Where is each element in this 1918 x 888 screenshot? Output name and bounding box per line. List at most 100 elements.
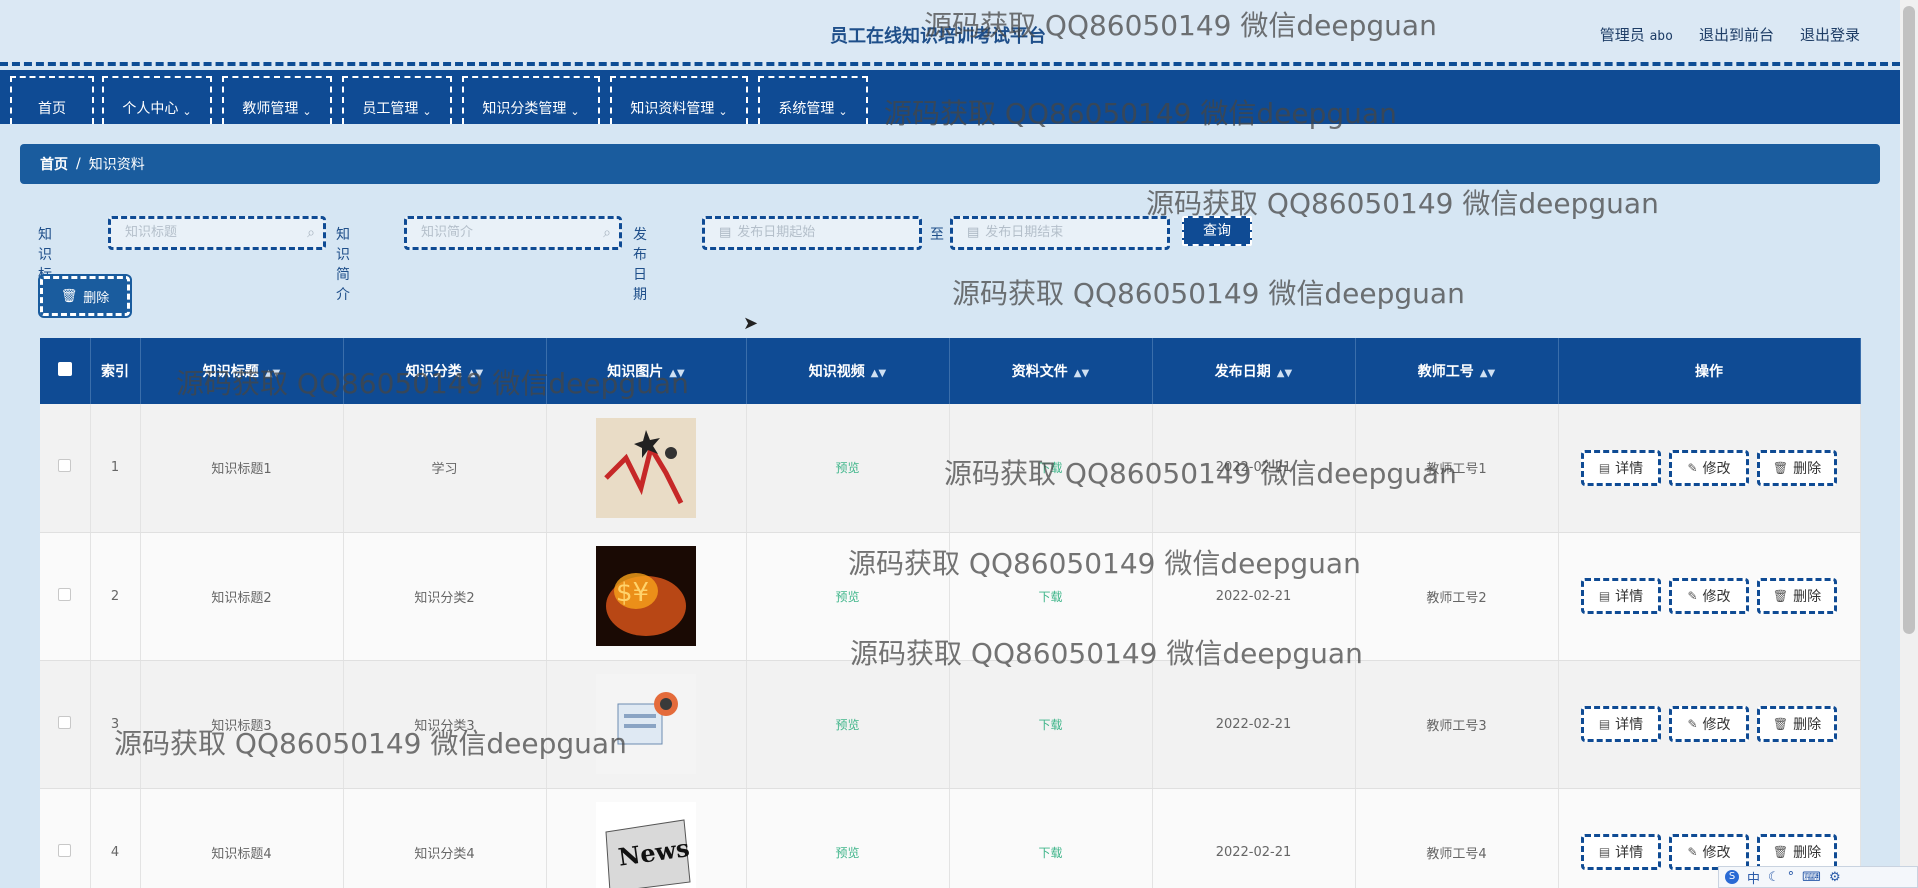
column-header-date[interactable]: 发布日期 ▲▼	[1152, 338, 1356, 404]
back-to-front-link[interactable]: 退出到前台	[1699, 24, 1774, 45]
search-icon: ⌕	[603, 225, 611, 241]
file-download-link[interactable]: 下载	[1038, 718, 1062, 732]
video-preview-link[interactable]: 预览	[835, 718, 859, 732]
row-checkbox[interactable]	[58, 843, 72, 857]
sort-icon[interactable]: ▲▼	[1277, 368, 1292, 379]
trash-icon: 🗑	[1772, 460, 1789, 475]
file-download-link[interactable]: 下载	[1038, 590, 1062, 604]
edit-button[interactable]: ✎ 修改	[1669, 578, 1749, 614]
detail-button[interactable]: ▤ 详情	[1581, 449, 1661, 486]
delete-button[interactable]: 🗑 删除	[1757, 706, 1837, 742]
chevron-down-icon: ⌄	[422, 105, 432, 118]
cell-title: 知识标题1	[140, 404, 344, 533]
edit-button[interactable]: ✎ 修改	[1669, 834, 1749, 870]
delete-button[interactable]: 🗑 删除	[1757, 834, 1837, 870]
row-checkbox[interactable]	[58, 715, 72, 729]
newspaper-image[interactable]: News	[596, 802, 696, 888]
top-header: 员工在线知识培训考试平台 管理员 abo 退出到前台 退出登录	[0, 0, 1900, 66]
date-start-input[interactable]: ▤ 发布日期起始	[702, 216, 922, 250]
trash-icon: 🗑	[1772, 845, 1789, 859]
file-download-link[interactable]: 下载	[1038, 461, 1062, 475]
intro-search-label: 知识简介	[336, 227, 350, 303]
moon-icon[interactable]: ☾	[1768, 870, 1780, 885]
cell-title: 知识标题4	[140, 788, 344, 888]
breadcrumb-current: 知识资料	[88, 157, 145, 173]
title-search-input[interactable]: 知识标题 ⌕	[108, 216, 326, 250]
cell-index: 4	[90, 788, 141, 888]
detail-button[interactable]: ▤ 详情	[1581, 834, 1661, 870]
vertical-scrollbar[interactable]	[1900, 0, 1918, 888]
logout-link[interactable]: 退出登录	[1800, 24, 1860, 45]
cell-index: 3	[90, 660, 141, 789]
keyboard-icon[interactable]: ⌨	[1802, 870, 1821, 885]
cell-title: 知识标题2	[140, 532, 344, 661]
chart-crash-image[interactable]	[596, 417, 696, 518]
cell-teacher: 教师工号2	[1355, 532, 1559, 661]
column-header-title[interactable]: 知识标题 ▲▼	[140, 338, 344, 404]
date-end-input[interactable]: ▤ 发布日期结束	[950, 216, 1170, 250]
sort-icon[interactable]: ▲▼	[871, 368, 886, 379]
ime-mode[interactable]: 中	[1747, 868, 1760, 887]
video-preview-link[interactable]: 预览	[835, 846, 859, 860]
trash-icon: 🗑	[1772, 717, 1789, 731]
edit-button[interactable]: ✎ 修改	[1669, 706, 1749, 742]
cell-category: 知识分类2	[343, 532, 547, 661]
site-title: 员工在线知识培训考试平台	[830, 26, 1046, 47]
nav-item-system-management[interactable]: 系统管理 ⌄	[758, 76, 868, 124]
row-checkbox[interactable]	[58, 459, 72, 473]
svg-text:$¥: $¥	[616, 578, 649, 608]
delete-button[interactable]: 🗑 删除	[1757, 449, 1837, 486]
column-header-video[interactable]: 知识视频 ▲▼	[746, 338, 950, 404]
edit-button[interactable]: ✎ 修改	[1669, 449, 1749, 486]
news-icon-image[interactable]	[596, 674, 696, 774]
sort-icon[interactable]: ▲▼	[669, 368, 684, 379]
sort-icon[interactable]: ▲▼	[1480, 368, 1495, 379]
column-header-teacher[interactable]: 教师工号 ▲▼	[1355, 338, 1559, 404]
sort-icon[interactable]: ▲▼	[265, 368, 280, 379]
sort-icon[interactable]: ▲▼	[468, 368, 483, 379]
breadcrumb-home[interactable]: 首页	[40, 154, 68, 174]
cell-category: 学习	[343, 404, 547, 533]
file-download-link[interactable]: 下载	[1038, 846, 1062, 860]
search-icon: ⌕	[307, 225, 315, 241]
video-preview-link[interactable]: 预览	[835, 461, 859, 475]
breadcrumb-separator: /	[76, 156, 81, 172]
settings-icon[interactable]: ⚙	[1829, 870, 1841, 885]
ime-toolbar[interactable]: S 中 ☾ ° ⌨ ⚙	[1718, 866, 1918, 888]
video-preview-link[interactable]: 预览	[835, 590, 859, 604]
column-header-image[interactable]: 知识图片 ▲▼	[546, 338, 747, 404]
document-icon: ▤	[1598, 460, 1611, 475]
calendar-icon: ▤	[719, 225, 732, 240]
detail-button[interactable]: ▤ 详情	[1581, 578, 1661, 614]
nav-item-teacher-management[interactable]: 教师管理 ⌄	[222, 76, 332, 124]
cell-date: 2022-02-21	[1152, 404, 1356, 533]
select-all-checkbox[interactable]	[57, 362, 72, 376]
column-header-category[interactable]: 知识分类 ▲▼	[343, 338, 547, 404]
punctuation-icon[interactable]: °	[1788, 870, 1795, 885]
sort-icon[interactable]: ▲▼	[1074, 368, 1089, 379]
cell-date: 2022-02-21	[1152, 660, 1356, 789]
detail-button[interactable]: ▤ 详情	[1581, 706, 1661, 742]
batch-delete-button[interactable]: 🗑 删除	[38, 274, 132, 318]
column-header-index: 索引	[90, 338, 141, 404]
document-icon: ▤	[1598, 717, 1611, 731]
cell-index: 1	[90, 404, 141, 533]
scrollbar-thumb[interactable]	[1903, 6, 1915, 634]
pencil-icon: ✎	[1687, 589, 1698, 603]
cell-teacher: 教师工号1	[1355, 404, 1559, 533]
delete-button[interactable]: 🗑 删除	[1757, 578, 1837, 614]
row-checkbox[interactable]	[58, 587, 72, 601]
column-header-file[interactable]: 资料文件 ▲▼	[949, 338, 1153, 404]
nav-item-home[interactable]: 首页	[10, 76, 94, 124]
nav-item-category-management[interactable]: 知识分类管理 ⌄	[462, 76, 600, 124]
nav-item-personal-center[interactable]: 个人中心 ⌄	[102, 76, 212, 124]
intro-search-input[interactable]: 知识简介 ⌕	[404, 216, 622, 250]
cell-teacher: 教师工号4	[1355, 788, 1559, 888]
query-button[interactable]: 查询	[1182, 216, 1252, 246]
cell-category: 知识分类3	[343, 660, 547, 789]
table-row: 4 知识标题4 知识分类4 News 预览 下载 2022-02-21 教师工号…	[40, 788, 1861, 888]
nav-item-material-management[interactable]: 知识资料管理 ⌄	[610, 76, 748, 124]
table-row: 1 知识标题1 学习 预览 下载 2022-02-21 教师工号1 ▤ 详情 ✎…	[40, 404, 1861, 533]
nav-item-employee-management[interactable]: 员工管理 ⌄	[342, 76, 452, 124]
money-fire-image[interactable]: $¥	[596, 546, 696, 646]
